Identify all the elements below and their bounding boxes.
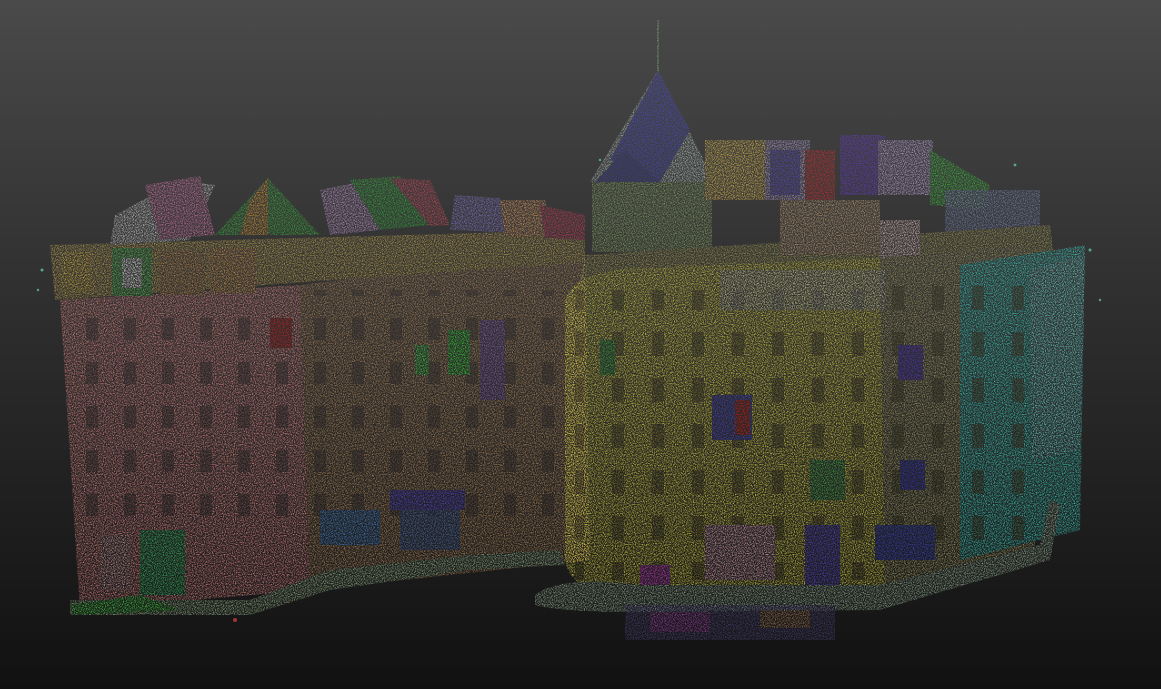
- shop-blue-right: [875, 525, 935, 560]
- right-roof-blue: [770, 150, 800, 195]
- window-blue-r: [900, 460, 925, 490]
- door-blue: [805, 525, 840, 585]
- point-cloud-scene[interactable]: [0, 0, 1161, 689]
- 3d-viewport[interactable]: [0, 0, 1161, 689]
- right-roof-lilac-2: [878, 140, 933, 195]
- left-building: [50, 176, 590, 615]
- window-green-r: [600, 340, 615, 375]
- dormer-yellow: [62, 252, 92, 292]
- shop-awning-blue-2: [390, 490, 465, 510]
- shop-awning-pink: [705, 525, 775, 580]
- window-green: [415, 345, 429, 375]
- tower-base: [592, 182, 712, 252]
- shopfront-green: [140, 530, 185, 595]
- right-roof-red: [805, 150, 835, 200]
- window-red: [270, 318, 292, 348]
- shop-awning-blue: [320, 510, 380, 545]
- right-roof-yellow: [705, 140, 765, 200]
- left-roof-red-2: [540, 205, 585, 240]
- window-green-2: [448, 330, 470, 375]
- window-purple: [480, 320, 505, 400]
- right-building: [535, 20, 1085, 640]
- left-roof-blue: [450, 195, 505, 232]
